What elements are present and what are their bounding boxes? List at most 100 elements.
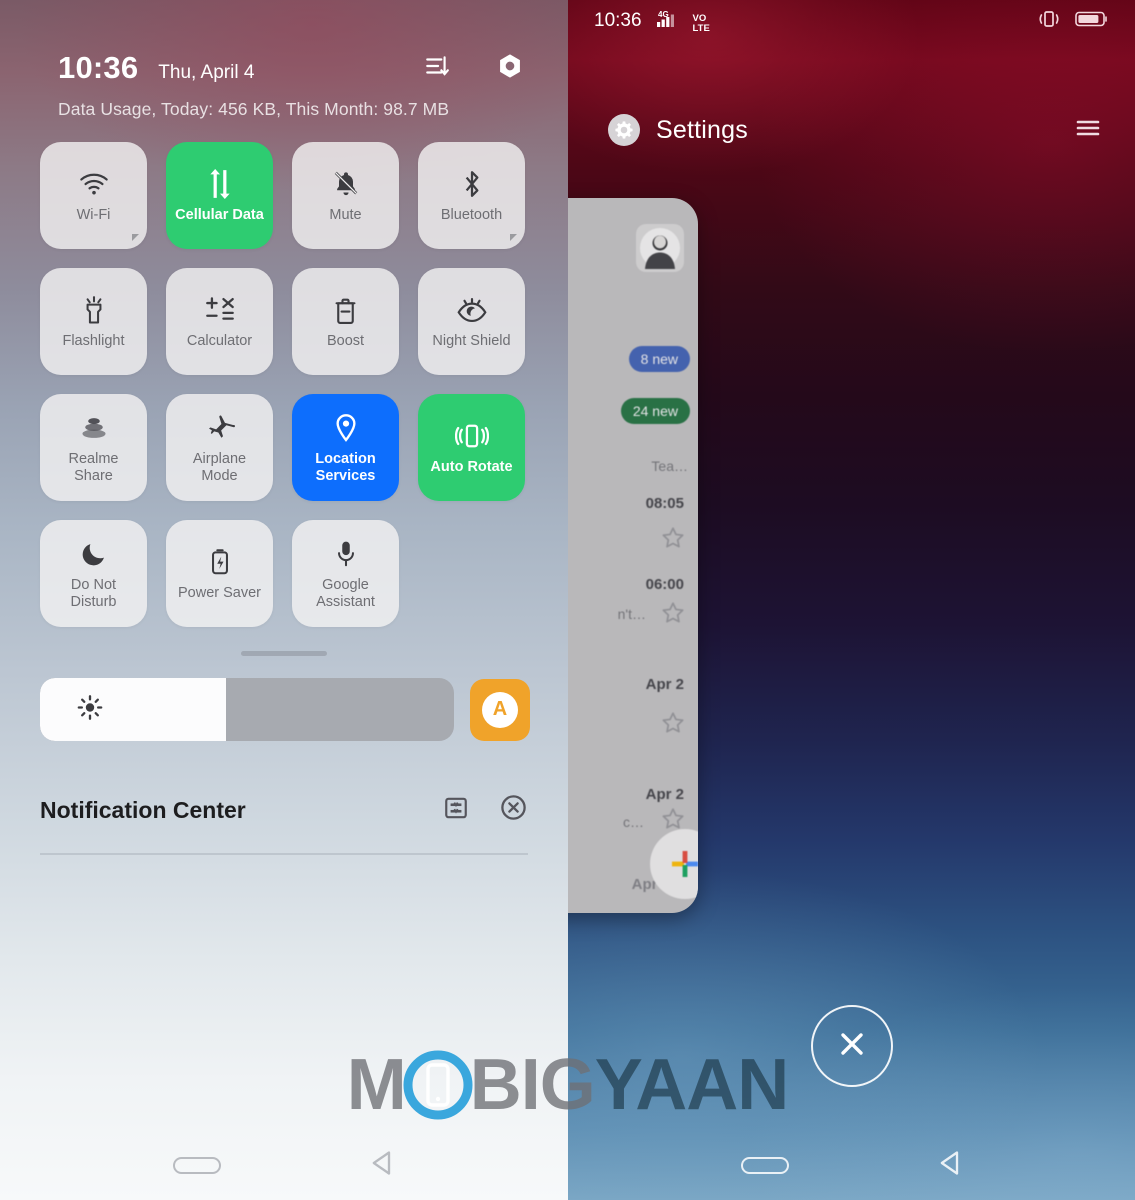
gmail-time: Apr 2: [645, 786, 684, 803]
star-icon[interactable]: [660, 600, 686, 631]
tile-location-services[interactable]: Location Services: [292, 394, 399, 501]
recents-app-title: Settings: [656, 115, 748, 144]
flashlight-icon: [81, 293, 107, 327]
tile-airplane-mode[interactable]: Airplane Mode: [166, 394, 273, 501]
gmail-badge: 8 new: [628, 346, 690, 372]
volte-icon: VO LTE: [692, 12, 710, 34]
sort-descending-icon[interactable]: [424, 53, 450, 79]
microphone-icon: [334, 537, 358, 571]
status-bar: 10:36 4G VO LTE: [568, 0, 1135, 42]
quick-settings-header: 10:36 Thu, April 4 Data Usage, Today: 45…: [0, 0, 568, 120]
tile-label: Do Not Disturb: [70, 576, 117, 610]
tile-google-assistant[interactable]: Google Assistant: [292, 520, 399, 627]
tile-expand-corner[interactable]: [510, 234, 517, 241]
tile-label: Auto Rotate: [430, 459, 513, 475]
tile-label: Boost: [326, 333, 365, 349]
trash-boost-icon: [333, 293, 358, 327]
realme-share-icon: [79, 411, 109, 445]
close-all-recents-button[interactable]: [810, 1005, 893, 1087]
close-x-icon: [835, 1027, 869, 1066]
tile-mute[interactable]: Mute: [292, 142, 399, 249]
night-eye-icon: [456, 293, 487, 327]
battery-icon: [1075, 10, 1109, 33]
gmail-card-content: 8 new 24 new Tea… 08:05 06:00 n't… Apr 2…: [568, 198, 698, 913]
gmail-app-card[interactable]: 8 new 24 new Tea… 08:05 06:00 n't… Apr 2…: [568, 198, 698, 913]
auto-brightness-button[interactable]: A: [470, 678, 530, 741]
tile-realme-share[interactable]: Realme Share: [40, 394, 147, 501]
left-navigation-bar: [0, 1130, 568, 1200]
tile-wifi[interactable]: Wi-Fi: [40, 142, 147, 249]
home-pill-icon[interactable]: [173, 1156, 221, 1174]
clear-all-icon[interactable]: [499, 793, 528, 827]
vibrate-icon: [1035, 9, 1063, 34]
tile-label: Airplane Mode: [192, 450, 247, 484]
tile-do-not-disturb[interactable]: Do Not Disturb: [40, 520, 147, 627]
data-usage-text: Data Usage, Today: 456 KB, This Month: 9…: [58, 99, 450, 119]
brightness-sun-icon: [76, 693, 104, 726]
gmail-badge: 24 new: [620, 398, 690, 424]
star-icon[interactable]: [660, 710, 686, 741]
recents-app-header: Settings: [568, 114, 1135, 146]
tile-label: Bluetooth: [440, 207, 503, 223]
tile-label: Google Assistant: [316, 576, 375, 610]
home-pill-icon[interactable]: [740, 1156, 789, 1174]
tile-label: Realme Share: [68, 450, 119, 484]
tile-label: Cellular Data: [175, 207, 264, 223]
qs-clock: 10:36: [58, 50, 139, 85]
notification-center-title: Notification Center: [40, 796, 246, 823]
tile-expand-corner[interactable]: [132, 234, 139, 241]
brightness-slider[interactable]: [40, 678, 454, 741]
auto-brightness-label: A: [482, 691, 518, 728]
back-triangle-icon[interactable]: [369, 1149, 395, 1182]
calculator-icon: [205, 293, 235, 327]
status-bar-clock: 10:36: [594, 10, 642, 31]
tile-night-shield[interactable]: Night Shield: [418, 268, 525, 375]
gmail-time: 08:05: [645, 495, 684, 512]
brightness-row: A: [0, 656, 568, 741]
tile-label: Location Services: [315, 450, 376, 484]
tile-cellular-data[interactable]: Cellular Data: [166, 142, 273, 249]
tile-label: Calculator: [186, 333, 253, 349]
tile-boost[interactable]: Boost: [292, 268, 399, 375]
hamburger-menu-icon[interactable]: [1075, 117, 1101, 144]
tile-bluetooth[interactable]: Bluetooth: [418, 142, 525, 249]
back-triangle-icon[interactable]: [937, 1149, 963, 1182]
tile-auto-rotate[interactable]: Auto Rotate: [418, 394, 525, 501]
wifi-icon: [79, 167, 109, 201]
tile-label: Night Shield: [432, 333, 511, 349]
manage-notifications-icon[interactable]: [443, 795, 469, 826]
tile-label: Wi-Fi: [76, 207, 111, 223]
notification-divider: [40, 853, 528, 855]
moon-icon: [80, 537, 108, 571]
quick-settings-tiles: Wi-Fi Cellular Data Mute Bluetooth Flash…: [0, 120, 568, 627]
tile-label: Flashlight: [62, 333, 125, 349]
recent-apps-panel: 10:36 4G VO LTE Settings 8 new 24 new Te…: [568, 0, 1135, 1200]
brightness-fill: [40, 678, 227, 741]
right-navigation-bar: [568, 1130, 1135, 1200]
gmail-snippet: c…: [623, 814, 644, 830]
tile-power-saver[interactable]: Power Saver: [166, 520, 273, 627]
gmail-snippet: n't…: [617, 606, 646, 622]
location-pin-icon: [333, 411, 359, 445]
bluetooth-icon: [459, 167, 485, 201]
bell-off-icon: [332, 167, 360, 201]
quick-settings-panel: 10:36 Thu, April 4 Data Usage, Today: 45…: [0, 0, 568, 1200]
gmail-time: 06:00: [645, 576, 684, 593]
qs-date: Thu, April 4: [158, 62, 255, 83]
star-icon[interactable]: [660, 525, 686, 556]
gmail-snippet: Tea…: [651, 458, 688, 474]
tile-label: Mute: [329, 207, 362, 223]
dual-screenshot-container: 10:36 Thu, April 4 Data Usage, Today: 45…: [0, 0, 1135, 1200]
tile-label: Power Saver: [177, 585, 261, 601]
hex-gear-icon[interactable]: [496, 52, 524, 80]
battery-bolt-icon: [208, 545, 232, 579]
settings-gear-icon: [608, 114, 640, 146]
auto-rotate-icon: [454, 419, 489, 453]
tile-flashlight[interactable]: Flashlight: [40, 268, 147, 375]
airplane-icon: [204, 411, 236, 445]
tile-calculator[interactable]: Calculator: [166, 268, 273, 375]
gmail-time: Apr 2: [645, 676, 684, 693]
notification-center: Notification Center: [0, 741, 568, 855]
signal-bars-icon: 4G: [654, 9, 686, 34]
data-arrows-icon: [207, 167, 233, 201]
